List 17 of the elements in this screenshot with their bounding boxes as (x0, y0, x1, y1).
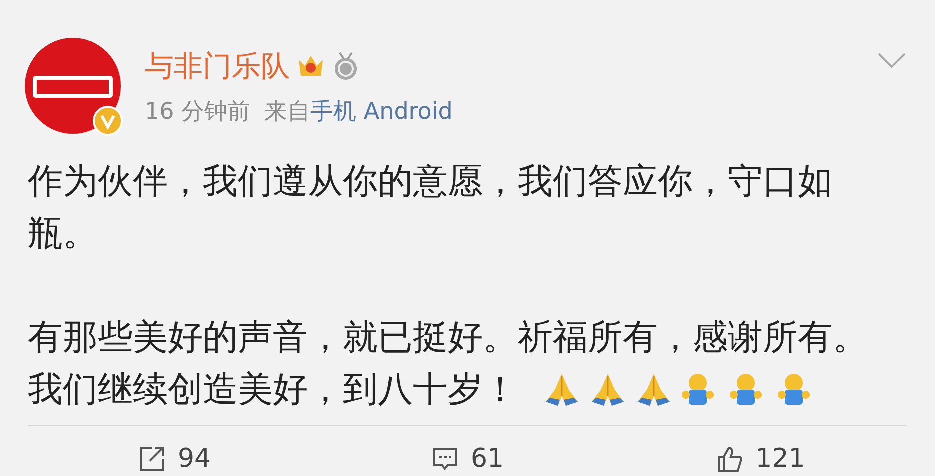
person-icon (680, 373, 716, 407)
action-count[interactable]: 121 (756, 444, 806, 474)
action-count[interactable]: 94 (178, 444, 212, 474)
post-text: 有那些美好的声音，就已挺好。祈福所有，感谢所有。 (28, 317, 868, 360)
share-icon (138, 445, 166, 473)
person-icon (776, 373, 812, 407)
action-count[interactable]: 61 (470, 444, 504, 474)
post-text: 我们继续创造美好，到八十岁！ (28, 369, 518, 412)
source-link[interactable]: 手机 Android (310, 96, 453, 127)
comment-icon (430, 445, 459, 473)
avatar[interactable] (25, 38, 121, 134)
medal-icon (332, 51, 360, 81)
post-time: 16 分钟前 (145, 98, 251, 127)
post-text: 作为伙伴，我们遵从你的意愿，我们答应你，守口如瓶。 (28, 161, 834, 256)
person-icon (728, 373, 764, 407)
thumbs-up-icon (716, 445, 744, 473)
source-label: 来自 (264, 98, 311, 127)
